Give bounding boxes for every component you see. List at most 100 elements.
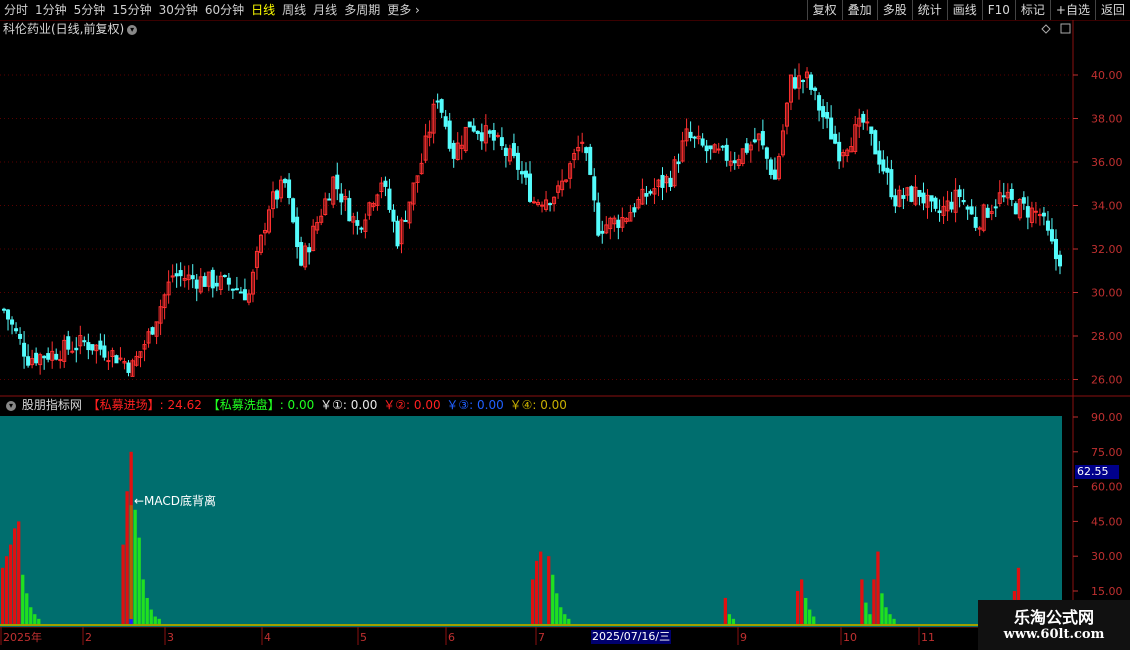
candle-body xyxy=(487,130,492,134)
candle-body xyxy=(616,219,621,228)
indicator-item-1: 【私募洗盘】: 0.00 xyxy=(207,398,319,412)
candle-body xyxy=(150,327,155,335)
candle-body xyxy=(287,179,292,198)
candle-body xyxy=(347,198,352,222)
chart-canvas[interactable]: 40.00 38.00 36.00 34.00 32.00 30.00 28.00 26.00… xyxy=(0,0,1130,650)
green-bar xyxy=(21,574,25,625)
green-bar xyxy=(559,607,563,625)
candle-body xyxy=(801,80,806,83)
candle-body xyxy=(82,340,87,343)
price-tick-label: 38.00 xyxy=(1091,113,1123,126)
indicator-name[interactable]: 股朋指标网 xyxy=(22,398,82,412)
candle-body xyxy=(54,353,59,360)
watermark-url: www.60lt.com xyxy=(1003,627,1105,642)
green-bar xyxy=(137,537,141,625)
candle-body xyxy=(226,277,231,285)
date-tick-label: 2 xyxy=(85,631,92,644)
candle-body xyxy=(1057,254,1062,267)
candle-body xyxy=(1009,188,1014,200)
candle-body xyxy=(792,77,797,89)
red-bar xyxy=(17,521,21,625)
candle-body xyxy=(817,95,822,111)
indicator-item-2: ￥①: 0.00 xyxy=(320,398,382,412)
price-tick-label: 28.00 xyxy=(1091,330,1123,343)
price-tick-label: 32.00 xyxy=(1091,243,1123,256)
candle-body xyxy=(861,113,866,123)
candle-body xyxy=(295,216,300,247)
candle-body xyxy=(873,130,878,155)
green-bar xyxy=(29,607,33,625)
chevron-down-icon[interactable]: ▾ xyxy=(6,400,16,411)
candle-body xyxy=(194,279,199,289)
candle-body xyxy=(732,160,737,164)
green-bar xyxy=(884,607,888,625)
candle-body xyxy=(829,117,834,140)
candle-body xyxy=(668,177,673,188)
candle-body xyxy=(283,178,288,184)
candle-body xyxy=(174,273,179,277)
candle-body xyxy=(291,198,296,223)
candle-body xyxy=(387,188,392,210)
green-bar xyxy=(812,616,816,625)
candle-body xyxy=(584,147,589,154)
candle-body xyxy=(42,355,47,359)
date-tick-label: 7 xyxy=(538,631,545,644)
candle-body xyxy=(234,288,239,291)
candle-body xyxy=(1013,203,1018,215)
candle-body xyxy=(933,197,938,209)
red-bar xyxy=(1,567,5,625)
price-tick-label: 36.00 xyxy=(1091,156,1123,169)
candle-body xyxy=(403,219,408,222)
candle-body xyxy=(837,141,842,162)
candle-body xyxy=(503,147,508,156)
red-bar xyxy=(800,579,804,625)
candle-body xyxy=(114,355,119,364)
candle-body xyxy=(993,206,998,209)
green-bar xyxy=(149,609,153,625)
red-bar xyxy=(5,556,9,625)
red-bar xyxy=(796,591,800,625)
green-bar xyxy=(808,609,812,625)
candle-body xyxy=(66,336,71,350)
indicator-legend: ▾ 股朋指标网 【私募进场】: 24.62 【私募洗盘】: 0.00 ￥①: 0… xyxy=(3,398,571,412)
candle-body xyxy=(391,209,396,222)
candle-body xyxy=(881,159,886,172)
candle-body xyxy=(1053,238,1058,260)
candle-body xyxy=(764,147,769,159)
candle-body xyxy=(383,180,388,187)
candle-body xyxy=(833,133,838,144)
candle-body xyxy=(102,345,107,358)
candle-body xyxy=(479,132,484,142)
candle-body xyxy=(511,143,516,157)
candle-body xyxy=(58,359,63,362)
current-value-badge: 62.55 xyxy=(1075,465,1119,479)
candle-body xyxy=(339,193,344,203)
candle-body xyxy=(813,87,818,91)
candle-body xyxy=(708,145,713,150)
candle-body xyxy=(327,198,332,201)
candle-body xyxy=(210,269,215,289)
candle-body xyxy=(1049,229,1054,242)
candle-body xyxy=(592,176,597,201)
indicator-tick-label: 30.00 xyxy=(1091,550,1123,563)
highlight-date: 2025/07/16/三 xyxy=(591,630,672,644)
candle-body xyxy=(692,136,697,139)
candle-body xyxy=(1021,197,1026,204)
candle-body xyxy=(720,145,725,148)
green-bar xyxy=(880,593,884,625)
green-bar xyxy=(563,614,567,625)
candle-body xyxy=(34,352,39,364)
candle-body xyxy=(443,116,448,127)
candle-body xyxy=(178,270,183,277)
candle-body xyxy=(2,308,7,311)
panel-toggle-icon xyxy=(1060,23,1071,34)
indicator-tick-label: 60.00 xyxy=(1091,481,1123,494)
candle-body xyxy=(532,201,537,204)
red-bar xyxy=(13,528,17,625)
candle-body xyxy=(307,247,312,253)
diamond-icon xyxy=(1041,24,1051,34)
candle-body xyxy=(98,340,103,350)
candle-body xyxy=(724,144,729,161)
date-tick-label: 10 xyxy=(843,631,857,644)
candle-body xyxy=(126,362,131,373)
